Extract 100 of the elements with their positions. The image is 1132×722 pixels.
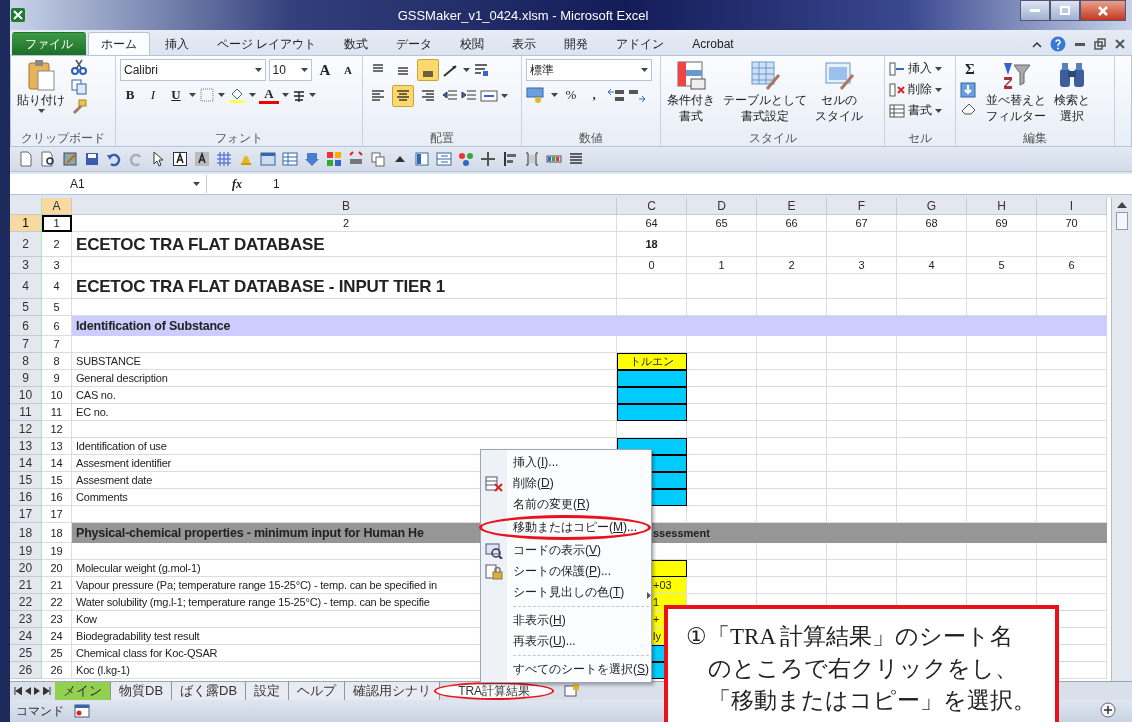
print-preview-icon[interactable] xyxy=(40,151,56,167)
dropdown-caret-icon[interactable] xyxy=(935,108,942,113)
dropdown-caret-icon[interactable] xyxy=(301,68,308,72)
dropdown-caret-icon[interactable] xyxy=(249,93,256,97)
ribbon-tab[interactable]: 校閲 xyxy=(447,32,498,55)
row-header[interactable]: 16 xyxy=(10,489,42,506)
pointer-icon[interactable] xyxy=(150,151,166,167)
save-icon[interactable] xyxy=(84,151,100,167)
last-sheet-icon[interactable] xyxy=(43,687,51,695)
form-icon[interactable] xyxy=(260,151,276,167)
row-header[interactable]: 4 xyxy=(10,274,42,299)
row-header[interactable]: 18 xyxy=(10,523,42,543)
arrow-down-icon[interactable] xyxy=(304,151,320,167)
row-header[interactable]: 26 xyxy=(10,662,42,679)
format-cells-icon[interactable] xyxy=(889,102,905,119)
ribbon-tab[interactable]: Acrobat xyxy=(679,32,747,55)
ribbon-tab[interactable]: 開発 xyxy=(551,32,602,55)
record-macro-icon[interactable] xyxy=(74,704,90,718)
dropdown-caret-icon[interactable] xyxy=(37,109,45,113)
column-header[interactable]: F xyxy=(827,198,897,215)
ribbon-tab[interactable]: データ xyxy=(383,32,446,55)
undo-icon[interactable] xyxy=(106,151,122,167)
underline-button[interactable]: U xyxy=(166,85,186,105)
ribbon-tab[interactable]: 数式 xyxy=(331,32,382,55)
font-name-field[interactable]: Calibri xyxy=(120,59,266,81)
dropdown-caret-icon[interactable] xyxy=(282,93,289,97)
row-header[interactable]: 5 xyxy=(10,299,42,316)
dropdown-caret-icon[interactable] xyxy=(189,93,196,97)
decrease-decimal-icon[interactable] xyxy=(628,87,646,103)
new-document-icon[interactable] xyxy=(18,151,34,167)
copy-pages-icon[interactable] xyxy=(370,151,386,167)
italic-button[interactable]: I xyxy=(143,85,163,105)
comma-button[interactable]: , xyxy=(584,85,604,105)
first-sheet-icon[interactable] xyxy=(14,687,22,695)
maximize-button[interactable] xyxy=(1050,0,1080,21)
style-button[interactable]: テーブルとして 書式設定 xyxy=(721,59,809,130)
scroll-thumb-icon[interactable] xyxy=(1116,212,1128,230)
fill-down-icon[interactable] xyxy=(960,82,976,98)
split-window-icon[interactable] xyxy=(436,151,452,167)
sheet-tab[interactable]: ばく露DB xyxy=(172,682,247,700)
conditional-format-icon[interactable] xyxy=(675,59,707,91)
dropdown-caret-icon[interactable] xyxy=(935,87,942,92)
dropdown-caret-icon[interactable] xyxy=(309,93,316,97)
grid-icon[interactable] xyxy=(216,151,232,167)
column-header[interactable]: E xyxy=(757,198,827,215)
dropdown-caret-icon[interactable] xyxy=(218,93,225,97)
panel-icon[interactable] xyxy=(414,151,430,167)
column-header[interactable]: B xyxy=(72,198,617,215)
dropdown-caret-icon[interactable] xyxy=(641,68,648,72)
crosshair-icon[interactable] xyxy=(480,151,496,167)
ribbon-tab[interactable]: ページ レイアウト xyxy=(204,32,330,55)
minimize-button[interactable] xyxy=(1020,0,1050,21)
autosum-button[interactable]: Σ xyxy=(960,59,980,79)
text-box-icon[interactable] xyxy=(172,151,188,167)
scroll-up-icon[interactable] xyxy=(1117,202,1127,208)
insert-sheet-icon[interactable] xyxy=(564,684,581,698)
row-header[interactable]: 15 xyxy=(10,472,42,489)
dropdown-caret-icon[interactable] xyxy=(501,94,508,98)
next-sheet-icon[interactable] xyxy=(34,687,40,695)
delete-cells-icon[interactable] xyxy=(889,81,905,98)
table-icon[interactable] xyxy=(282,151,298,167)
dropdown-caret-icon[interactable] xyxy=(193,182,200,186)
style-button[interactable]: 条件付き 書式 xyxy=(665,59,717,130)
ribbon-tab[interactable]: 表示 xyxy=(499,32,550,55)
row-header[interactable]: 23 xyxy=(10,611,42,628)
number-format-field[interactable]: 標準 xyxy=(526,59,652,81)
row-header[interactable]: 7 xyxy=(10,336,42,353)
insert-function-button[interactable]: fx xyxy=(207,176,267,192)
wrap-text-icon[interactable] xyxy=(473,62,489,78)
column-header[interactable]: H xyxy=(967,198,1037,215)
help-icon[interactable] xyxy=(1050,36,1066,52)
row-header[interactable]: 11 xyxy=(10,404,42,421)
menu-item[interactable]: 移動またはコピー(M)... xyxy=(479,515,651,540)
dropdown-caret-icon[interactable] xyxy=(935,66,942,71)
row-header[interactable]: 17 xyxy=(10,506,42,523)
shaded-text-icon[interactable] xyxy=(194,151,210,167)
row-header[interactable]: 12 xyxy=(10,421,42,438)
align-objects-icon[interactable] xyxy=(502,151,518,167)
row-header[interactable]: 21 xyxy=(10,577,42,594)
fill-color-icon[interactable] xyxy=(228,86,246,104)
grow-font-button[interactable]: A xyxy=(315,60,335,80)
paste-button[interactable]: 貼り付け xyxy=(15,59,67,130)
zoom-in-icon[interactable] xyxy=(1100,701,1116,718)
sheet-tab[interactable]: ヘルプ xyxy=(289,682,346,700)
row-header[interactable]: 25 xyxy=(10,645,42,662)
row-header[interactable]: 19 xyxy=(10,543,42,560)
shrink-font-button[interactable]: A xyxy=(338,60,358,80)
ribbon-tab[interactable]: ファイル xyxy=(12,32,86,55)
close-icon[interactable] xyxy=(1114,38,1126,50)
column-header[interactable]: D xyxy=(687,198,757,215)
font-size-field[interactable]: 10 xyxy=(268,59,312,81)
bold-button[interactable]: B xyxy=(120,85,140,105)
row-header[interactable]: 24 xyxy=(10,628,42,645)
format-painter-icon[interactable] xyxy=(71,99,87,115)
row-header[interactable]: 2 xyxy=(10,232,42,257)
row-header[interactable]: 1 xyxy=(10,215,42,232)
cells-button[interactable]: 挿入 xyxy=(889,59,951,78)
page-edit-icon[interactable] xyxy=(62,151,78,167)
ribbon-tab[interactable]: 挿入 xyxy=(152,32,202,55)
menu-item[interactable]: コードの表示(V) xyxy=(481,540,651,561)
